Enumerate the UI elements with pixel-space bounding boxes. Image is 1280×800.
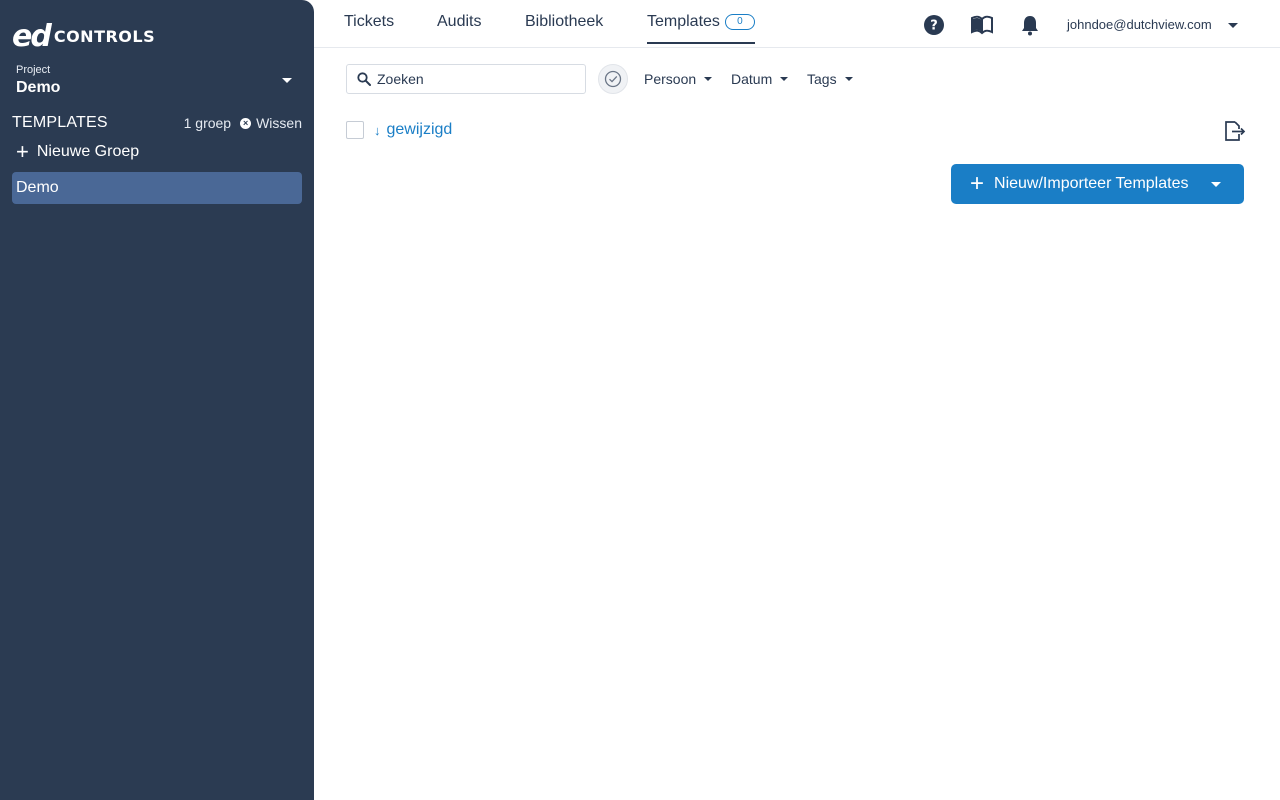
edcontrols-logo[interactable]: ed CONTROLS (12, 19, 156, 54)
user-menu[interactable]: johndoe@dutchview.com (1067, 17, 1212, 32)
bell-icon[interactable] (1019, 14, 1041, 36)
group-count: 1 groep (183, 115, 232, 131)
sort-toggle[interactable]: ↓ gewijzigd (374, 120, 452, 140)
search-icon (357, 72, 371, 86)
svg-text:?: ? (930, 19, 938, 34)
group-item-label: Demo (16, 179, 59, 196)
filter-label: Persoon (644, 71, 697, 87)
search-field[interactable] (346, 64, 586, 94)
new-group-button[interactable]: + Nieuwe Groep (16, 139, 140, 164)
check-circle-icon (604, 70, 622, 88)
chevron-down-icon[interactable] (1228, 23, 1238, 28)
project-label: Project (16, 64, 51, 76)
logo-mark: ed (12, 19, 52, 54)
clear-label: Wissen (256, 115, 302, 131)
close-circle-icon: × (240, 117, 252, 129)
chevron-down-icon[interactable] (1211, 182, 1221, 187)
templates-title: TEMPLATES (12, 114, 108, 131)
search-input[interactable] (377, 71, 567, 87)
clear-button[interactable]: × Wissen (240, 115, 302, 131)
tab-label: Audits (437, 13, 482, 30)
chevron-down-icon (704, 77, 713, 81)
tab-tickets[interactable]: Tickets (344, 0, 394, 44)
new-group-label: Nieuwe Groep (36, 143, 140, 160)
sidebar: ed CONTROLS Project Demo TEMPLATES 1 gro… (0, 0, 314, 800)
templates-header: TEMPLATES 1 groep × Wissen (12, 114, 302, 132)
tab-label: Bibliotheek (525, 13, 604, 30)
tab-bibliotheek[interactable]: Bibliotheek (525, 0, 603, 44)
logo-text: CONTROLS (53, 27, 156, 46)
status-filter-button[interactable] (598, 64, 628, 94)
project-selector[interactable]: Project Demo (16, 64, 300, 97)
filter-datum[interactable]: Datum (731, 71, 789, 87)
export-icon[interactable] (1222, 119, 1246, 143)
group-item-demo[interactable]: Demo (12, 172, 302, 204)
help-icon[interactable]: ? (923, 14, 945, 36)
tab-label: Tickets (344, 13, 395, 30)
chevron-down-icon (844, 77, 853, 81)
plus-icon: + (970, 170, 985, 197)
filter-label: Tags (807, 71, 837, 87)
top-navigation: Tickets Audits Bibliotheek Templates 0 ? … (314, 0, 1280, 48)
chevron-down-icon[interactable] (282, 78, 292, 83)
chevron-down-icon (780, 77, 789, 81)
project-name: Demo (16, 79, 61, 96)
tab-label: Templates (647, 13, 720, 30)
new-import-templates-button[interactable]: + Nieuw/Importeer Templates (951, 164, 1244, 204)
filter-label: Datum (731, 71, 773, 87)
filter-persoon[interactable]: Persoon (644, 71, 713, 87)
primary-button-label: Nieuw/Importeer Templates (994, 175, 1189, 192)
sort-label: gewijzigd (386, 121, 453, 138)
arrow-down-icon: ↓ (374, 122, 381, 138)
tab-templates[interactable]: Templates 0 (647, 0, 755, 44)
plus-icon: + (16, 139, 29, 164)
book-icon[interactable] (970, 14, 993, 36)
filter-tags[interactable]: Tags (807, 71, 853, 87)
templates-count-badge: 0 (724, 14, 755, 30)
tab-audits[interactable]: Audits (437, 0, 481, 44)
select-all-checkbox[interactable] (346, 121, 364, 139)
